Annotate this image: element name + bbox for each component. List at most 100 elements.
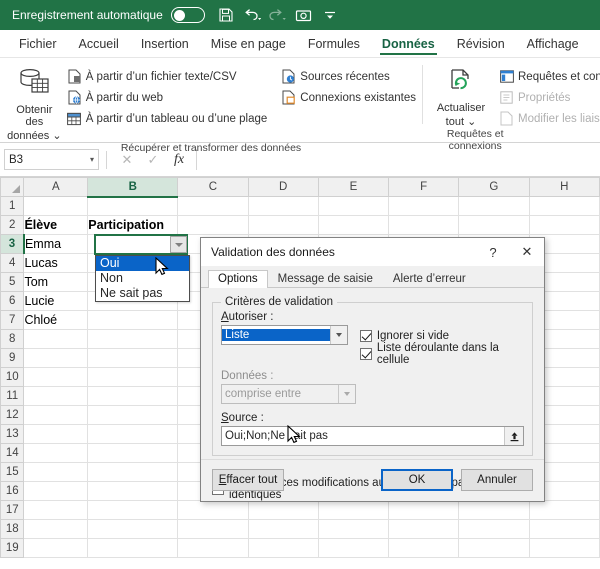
from-table-range-item[interactable]: À partir d’un tableau ou d’une plage <box>67 109 267 128</box>
cell-a6[interactable]: Lucie <box>23 291 89 311</box>
dropdown-option-ne-sait-pas[interactable]: Ne sait pas <box>96 286 189 301</box>
column-header-c[interactable]: C <box>177 177 249 197</box>
cell-g1[interactable] <box>458 196 530 216</box>
undo-icon[interactable] <box>239 2 265 28</box>
cell-a8[interactable] <box>23 329 89 349</box>
get-data-button[interactable]: Obtenir des données ⌄ <box>6 64 63 142</box>
cell-g18[interactable] <box>458 519 530 539</box>
cell-b15[interactable] <box>87 462 179 482</box>
column-header-f[interactable]: F <box>388 177 460 197</box>
cell-b13[interactable] <box>87 424 179 444</box>
row-header-4[interactable]: 4 <box>0 253 25 273</box>
cell-a10[interactable] <box>23 367 89 387</box>
tab-fichier[interactable]: Fichier <box>8 30 68 57</box>
tab-insertion[interactable]: Insertion <box>130 30 200 57</box>
row-header-11[interactable]: 11 <box>0 386 25 406</box>
tab-message-de-saisie[interactable]: Message de saisie <box>268 270 383 288</box>
cell-c1[interactable] <box>177 196 249 216</box>
row-header-6[interactable]: 6 <box>0 291 25 311</box>
row-header-12[interactable]: 12 <box>0 405 25 425</box>
cell-h1[interactable] <box>529 196 600 216</box>
cell-a17[interactable] <box>23 500 89 520</box>
existing-connections-item[interactable]: Connexions existantes <box>281 88 416 107</box>
recent-sources-item[interactable]: Sources récentes <box>281 67 416 86</box>
cell-g17[interactable] <box>458 500 530 520</box>
cell-a9[interactable] <box>23 348 89 368</box>
cell-b18[interactable] <box>87 519 179 539</box>
row-header-17[interactable]: 17 <box>0 500 25 520</box>
cell-e1[interactable] <box>318 196 390 216</box>
cell-b10[interactable] <box>87 367 179 387</box>
column-header-h[interactable]: H <box>528 177 600 197</box>
cell-a2[interactable]: Élève <box>23 215 89 235</box>
cell-c19[interactable] <box>177 538 249 558</box>
cell-h2[interactable] <box>529 215 600 235</box>
range-picker-icon[interactable] <box>504 427 523 445</box>
save-icon[interactable] <box>213 2 239 28</box>
close-icon[interactable]: ✕ <box>510 238 544 266</box>
cell-d19[interactable] <box>248 538 319 558</box>
cell-b17[interactable] <box>87 500 179 520</box>
row-header-7[interactable]: 7 <box>0 310 25 330</box>
cell-d1[interactable] <box>248 196 319 216</box>
cell-h18[interactable] <box>529 519 600 539</box>
cell-b19[interactable] <box>87 538 179 558</box>
cell-dropdown-button[interactable] <box>170 236 187 253</box>
tab-options[interactable]: Options <box>208 270 268 288</box>
cell-a16[interactable] <box>23 481 89 501</box>
row-header-16[interactable]: 16 <box>0 481 25 501</box>
ok-button[interactable]: OK <box>381 469 453 491</box>
column-header-d[interactable]: D <box>247 177 319 197</box>
cell-c2[interactable] <box>177 215 249 235</box>
tab-formules[interactable]: Formules <box>297 30 371 57</box>
cell-b3[interactable] <box>87 234 179 254</box>
cell-b7[interactable] <box>87 310 179 330</box>
in-cell-dropdown-checkbox[interactable]: Liste déroulante dans la cellule <box>359 342 524 366</box>
dropdown-option-oui[interactable]: Oui <box>96 256 189 271</box>
column-header-a[interactable]: A <box>23 177 89 197</box>
cell-a18[interactable] <box>23 519 89 539</box>
row-header-2[interactable]: 2 <box>0 215 25 235</box>
cell-e17[interactable] <box>318 500 390 520</box>
cell-a7[interactable]: Chloé <box>23 310 89 330</box>
cell-a12[interactable] <box>23 405 89 425</box>
cell-a14[interactable] <box>23 443 89 463</box>
allow-select[interactable]: Liste <box>221 325 348 345</box>
column-header-g[interactable]: G <box>458 177 530 197</box>
row-header-18[interactable]: 18 <box>0 519 25 539</box>
row-header-13[interactable]: 13 <box>0 424 25 444</box>
column-header-b[interactable]: B <box>87 177 179 198</box>
cell-c18[interactable] <box>177 519 249 539</box>
cancel-button[interactable]: Annuler <box>461 469 533 491</box>
cell-h17[interactable] <box>529 500 600 520</box>
cell-b8[interactable] <box>87 329 179 349</box>
redo-icon[interactable] <box>265 2 291 28</box>
clear-all-button[interactable]: Effacer tout <box>212 469 284 491</box>
cell-a11[interactable] <box>23 386 89 406</box>
cell-b9[interactable] <box>87 348 179 368</box>
source-input-wrapper[interactable]: Oui;Non;Ne sait pas <box>221 426 524 446</box>
row-header-5[interactable]: 5 <box>0 272 25 292</box>
cell-a13[interactable] <box>23 424 89 444</box>
cell-b16[interactable] <box>87 481 179 501</box>
tab-accueil[interactable]: Accueil <box>68 30 130 57</box>
cell-d2[interactable] <box>248 215 319 235</box>
row-header-10[interactable]: 10 <box>0 367 25 387</box>
camera-icon[interactable] <box>291 2 317 28</box>
cell-c17[interactable] <box>177 500 249 520</box>
queries-connections-item[interactable]: Requêtes et connexions <box>499 67 600 86</box>
select-all-corner[interactable] <box>0 177 25 197</box>
cell-e18[interactable] <box>318 519 390 539</box>
cell-a4[interactable]: Lucas <box>23 253 89 273</box>
cell-b12[interactable] <box>87 405 179 425</box>
help-icon[interactable]: ? <box>476 238 510 266</box>
from-web-item[interactable]: À partir du web <box>67 88 268 107</box>
cell-a3[interactable]: Emma <box>23 234 89 254</box>
cell-b1[interactable] <box>87 196 179 216</box>
row-header-19[interactable]: 19 <box>0 538 25 558</box>
cell-a1[interactable] <box>23 196 89 216</box>
row-header-1[interactable]: 1 <box>0 196 25 216</box>
refresh-all-button[interactable]: Actualiser tout ⌄ <box>429 64 493 128</box>
cell-b2[interactable]: Participation <box>87 215 179 235</box>
cell-f1[interactable] <box>388 196 460 216</box>
